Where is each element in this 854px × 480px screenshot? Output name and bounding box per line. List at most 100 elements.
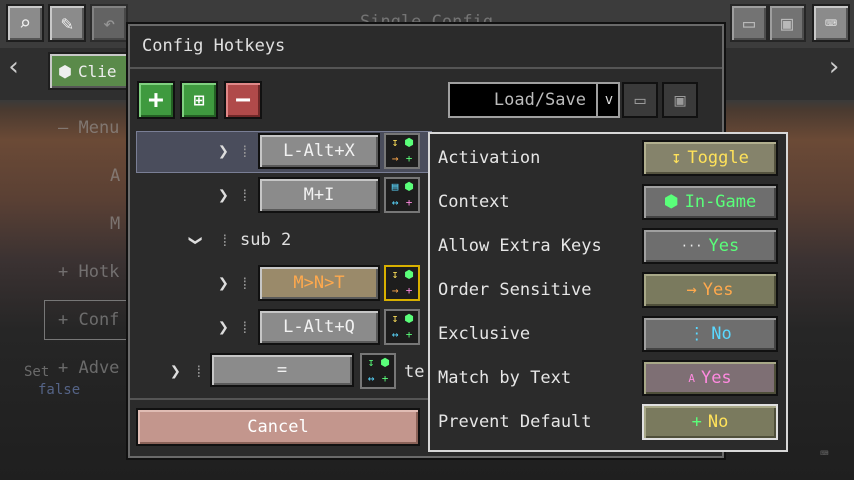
- chevron-right-icon[interactable]: ❯: [218, 317, 229, 338]
- exclusive-value: No: [711, 324, 732, 344]
- exclusive-label: Exclusive: [438, 324, 531, 344]
- arrow-icon: ↔: [367, 372, 375, 385]
- activation-label: Activation: [438, 148, 541, 168]
- chevron-right-icon[interactable]: ❯: [218, 185, 229, 206]
- arrow-icon: →: [391, 284, 399, 297]
- keyboard-icon-small[interactable]: ⌨: [820, 446, 828, 462]
- arrow-icon: ↔: [391, 328, 399, 341]
- activation-value: Toggle: [687, 148, 749, 168]
- plus-icon: +: [405, 284, 413, 297]
- hotkey-settings-button[interactable]: ↧ ⬢ → +: [384, 265, 420, 301]
- arrow-right-icon: →: [686, 280, 697, 300]
- toggle-icon: ↧: [671, 148, 682, 168]
- drag-handle-icon[interactable]: ⁞: [240, 142, 250, 162]
- drag-handle-icon[interactable]: ⁞: [240, 274, 250, 294]
- allow-extra-keys-value: Yes: [708, 236, 740, 256]
- chevron-down-icon[interactable]: ❯: [185, 235, 206, 246]
- drag-handle-icon[interactable]: ⁞: [240, 318, 250, 338]
- toggle-icon: ↧: [391, 136, 399, 149]
- edit-icon[interactable]: ✎: [48, 4, 86, 42]
- allow-extra-keys-toggle[interactable]: ··· Yes: [642, 228, 778, 264]
- hotkey-button[interactable]: M>N>T: [258, 265, 380, 301]
- title-divider: [130, 67, 722, 69]
- menu-ghost-6: + Adve: [58, 358, 120, 378]
- order-sensitive-label: Order Sensitive: [438, 280, 592, 300]
- cube-icon: ⬢: [404, 136, 414, 149]
- remove-hotkey-button[interactable]: −: [224, 81, 262, 119]
- plus-icon: +: [405, 328, 413, 341]
- hotkey-button[interactable]: L-Alt+X: [258, 133, 380, 169]
- exclusive-toggle[interactable]: ⋮ No: [642, 316, 778, 352]
- drag-handle-icon[interactable]: ⁞: [220, 231, 230, 251]
- toggle-icon: ↧: [391, 268, 399, 281]
- context-value: In-Game: [684, 192, 757, 212]
- menu-ghost-5: + Conf: [58, 310, 120, 330]
- order-sensitive-toggle[interactable]: → Yes: [642, 272, 778, 308]
- plus-icon: +: [405, 152, 413, 165]
- match-by-text-toggle[interactable]: A Yes: [642, 360, 778, 396]
- hotkey-settings-button[interactable]: ▤ ⬢ ↔ +: [384, 177, 420, 213]
- dots-icon: ···: [680, 239, 703, 253]
- menu-ghost-3: M: [110, 214, 121, 234]
- arrow-right-icon[interactable]: ›: [826, 52, 850, 94]
- hotkey-button[interactable]: M+I: [258, 177, 380, 213]
- plus-icon: +: [381, 372, 389, 385]
- cube-icon: ⬢: [380, 356, 390, 369]
- prevent-default-label: Prevent Default: [438, 412, 592, 432]
- tab-client-label: Clie: [77, 61, 117, 81]
- add-hotkey-button[interactable]: +: [137, 81, 175, 119]
- cube-icon: ⬢: [663, 192, 679, 212]
- cube-icon: ⬢: [404, 312, 414, 325]
- undo-icon[interactable]: ↶: [90, 4, 128, 42]
- arrow-icon: ↔: [391, 196, 399, 209]
- cube-icon: ⬢: [58, 61, 72, 81]
- menu-ghost-1: – Menu: [58, 118, 120, 138]
- order-sensitive-value: Yes: [702, 280, 734, 300]
- activation-toggle[interactable]: ↧ Toggle: [642, 140, 778, 176]
- drag-handle-icon[interactable]: ⁞: [194, 362, 204, 382]
- arrow-left-icon[interactable]: ‹: [6, 52, 30, 94]
- match-by-text-value: Yes: [700, 368, 732, 388]
- search-icon[interactable]: ⌕: [6, 4, 44, 42]
- false-ghost: false: [38, 382, 81, 398]
- allow-extra-keys-label: Allow Extra Keys: [438, 236, 602, 256]
- load-save-dropdown[interactable]: Load/Save: [448, 82, 620, 118]
- hotkey-button[interactable]: L-Alt+Q: [258, 309, 380, 345]
- hotkey-settings-button[interactable]: ↧ ⬢ ↔ +: [384, 309, 420, 345]
- plus-icon: +: [405, 196, 413, 209]
- chevron-right-icon[interactable]: ❯: [218, 273, 229, 294]
- hotkey-settings-button[interactable]: ↧ ⬢ → +: [384, 133, 420, 169]
- context-toggle[interactable]: ⬢ In-Game: [642, 184, 778, 220]
- chevron-down-icon[interactable]: v: [596, 82, 620, 118]
- prevent-default-toggle[interactable]: + No: [642, 404, 778, 440]
- chevron-right-icon[interactable]: ❯: [218, 141, 229, 162]
- keyboard-icon[interactable]: ⌨: [812, 4, 850, 42]
- cancel-button[interactable]: Cancel: [136, 408, 420, 446]
- plus-icon: +: [691, 412, 702, 432]
- hotkey-suffix: te: [404, 362, 425, 382]
- save-icon[interactable]: ▣: [662, 82, 698, 118]
- folder-icon[interactable]: ▭: [730, 4, 768, 42]
- toggle-icon: ▤: [391, 180, 399, 193]
- hotkey-settings-button[interactable]: ↧ ⬢ ↔ +: [360, 353, 396, 389]
- text-icon: A: [688, 371, 695, 385]
- tab-client[interactable]: ⬢ Clie: [48, 52, 130, 90]
- hotkey-button[interactable]: =: [210, 353, 354, 387]
- folder-icon[interactable]: ▭: [622, 82, 658, 118]
- menu-ghost-4: + Hotk: [58, 262, 120, 282]
- chevron-right-icon[interactable]: ❯: [170, 361, 181, 382]
- menu-ghost-2: A: [110, 166, 121, 186]
- context-label: Context: [438, 192, 510, 212]
- add-multiple-button[interactable]: ⊞: [180, 81, 218, 119]
- arrow-icon: →: [391, 152, 399, 165]
- dialog-title: Config Hotkeys: [142, 36, 286, 56]
- toggle-icon: ↧: [367, 356, 375, 369]
- save-icon[interactable]: ▣: [768, 4, 806, 42]
- group-label: sub 2: [240, 230, 292, 250]
- cube-icon: ⬢: [404, 180, 414, 193]
- vertical-dots-icon: ⋮: [688, 324, 706, 344]
- toggle-icon: ↧: [391, 312, 399, 325]
- drag-handle-icon[interactable]: ⁞: [240, 186, 250, 206]
- prevent-default-value: No: [707, 412, 729, 432]
- load-save-label: Load/Save: [493, 90, 586, 110]
